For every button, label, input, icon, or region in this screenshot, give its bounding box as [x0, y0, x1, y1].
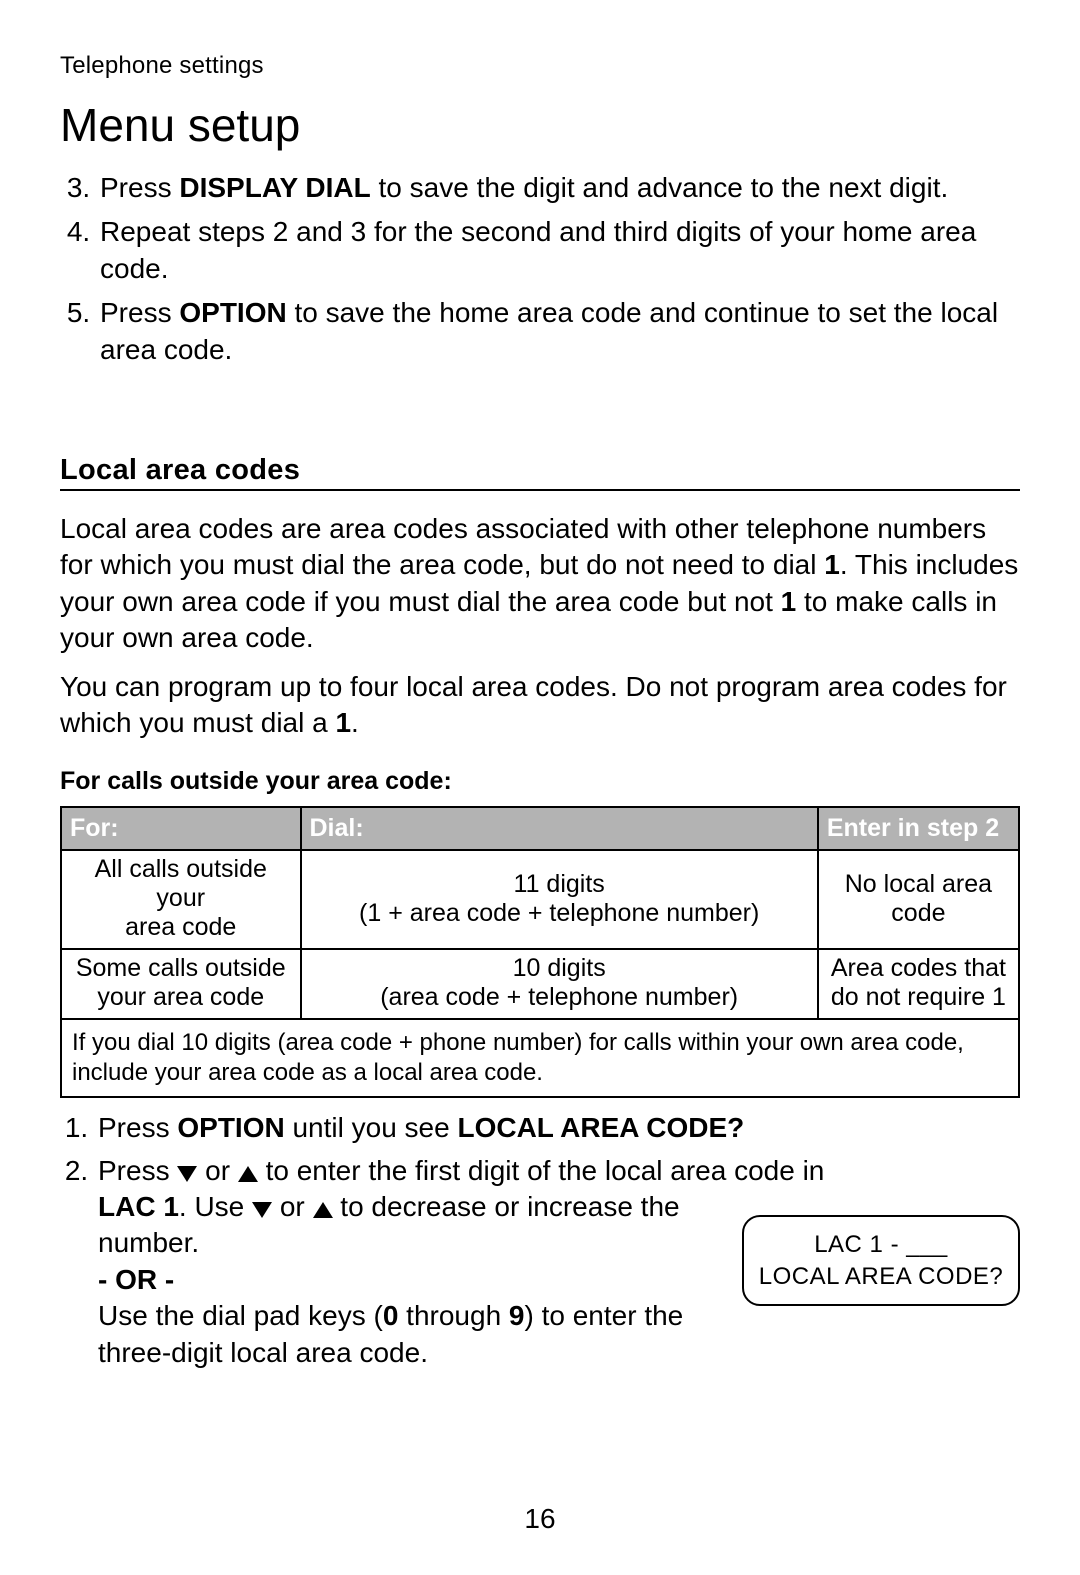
step-b2: Press or to enter the first digit of the… [96, 1153, 1020, 1371]
prompt-local-area-code: LOCAL AREA CODE? [457, 1112, 744, 1143]
steps-bottom: Press OPTION until you see LOCAL AREA CO… [60, 1110, 1020, 1371]
cell-enter: Area codes that do not require 1 [818, 949, 1019, 1019]
paragraph-1: Local area codes are area codes associat… [60, 511, 1020, 657]
step-5: Press OPTION to save the home area code … [98, 295, 1020, 368]
table-caption: For calls outside your area code: [60, 767, 1020, 796]
cell-dial: 10 digits (area code + telephone number) [301, 949, 818, 1019]
or-separator: - OR - [98, 1262, 724, 1298]
step-b2-body: LAC 1. Use or to decrease or increase th… [98, 1189, 724, 1371]
cell-enter: No local area code [818, 850, 1019, 949]
breadcrumb: Telephone settings [60, 52, 1020, 80]
th-dial: Dial: [301, 807, 818, 850]
step-b1: Press OPTION until you see LOCAL AREA CO… [96, 1110, 1020, 1146]
table-row: Some calls outside your area code 10 dig… [61, 949, 1019, 1019]
section-heading-local-area-codes: Local area codes [60, 454, 1020, 491]
step-4: Repeat steps 2 and 3 for the second and … [98, 214, 1020, 287]
page-number: 16 [0, 1503, 1080, 1535]
table-header-row: For: Dial: Enter in step 2 [61, 807, 1019, 850]
cell-dial: 11 digits (1 + area code + telephone num… [301, 850, 818, 949]
phone-display-box: LAC 1 - ___ LOCAL AREA CODE? [742, 1215, 1020, 1306]
key-display-dial: DISPLAY DIAL [179, 172, 370, 203]
table-note-row: If you dial 10 digits (area code + phone… [61, 1019, 1019, 1097]
page-title: Menu setup [60, 98, 1020, 152]
cell-for: All calls outside your area code [61, 850, 301, 949]
manual-page: Telephone settings Menu setup Press DISP… [0, 0, 1080, 1575]
display-line-2: LOCAL AREA CODE? [752, 1261, 1010, 1293]
cell-for: Some calls outside your area code [61, 949, 301, 1019]
steps-top: Press DISPLAY DIAL to save the digit and… [60, 170, 1020, 368]
triangle-down-icon [177, 1166, 197, 1182]
triangle-up-icon [238, 1166, 258, 1182]
key-option: OPTION [177, 1112, 284, 1143]
triangle-up-icon [313, 1202, 333, 1218]
th-enter: Enter in step 2 [818, 807, 1019, 850]
paragraph-2: You can program up to four local area co… [60, 669, 1020, 742]
area-code-table: For: Dial: Enter in step 2 All calls out… [60, 806, 1020, 1098]
step-3: Press DISPLAY DIAL to save the digit and… [98, 170, 1020, 206]
display-line-1: LAC 1 - ___ [752, 1229, 1010, 1261]
table-row: All calls outside your area code 11 digi… [61, 850, 1019, 949]
th-for: For: [61, 807, 301, 850]
table-note: If you dial 10 digits (area code + phone… [61, 1019, 1019, 1097]
triangle-down-icon [252, 1202, 272, 1218]
key-option: OPTION [179, 297, 286, 328]
